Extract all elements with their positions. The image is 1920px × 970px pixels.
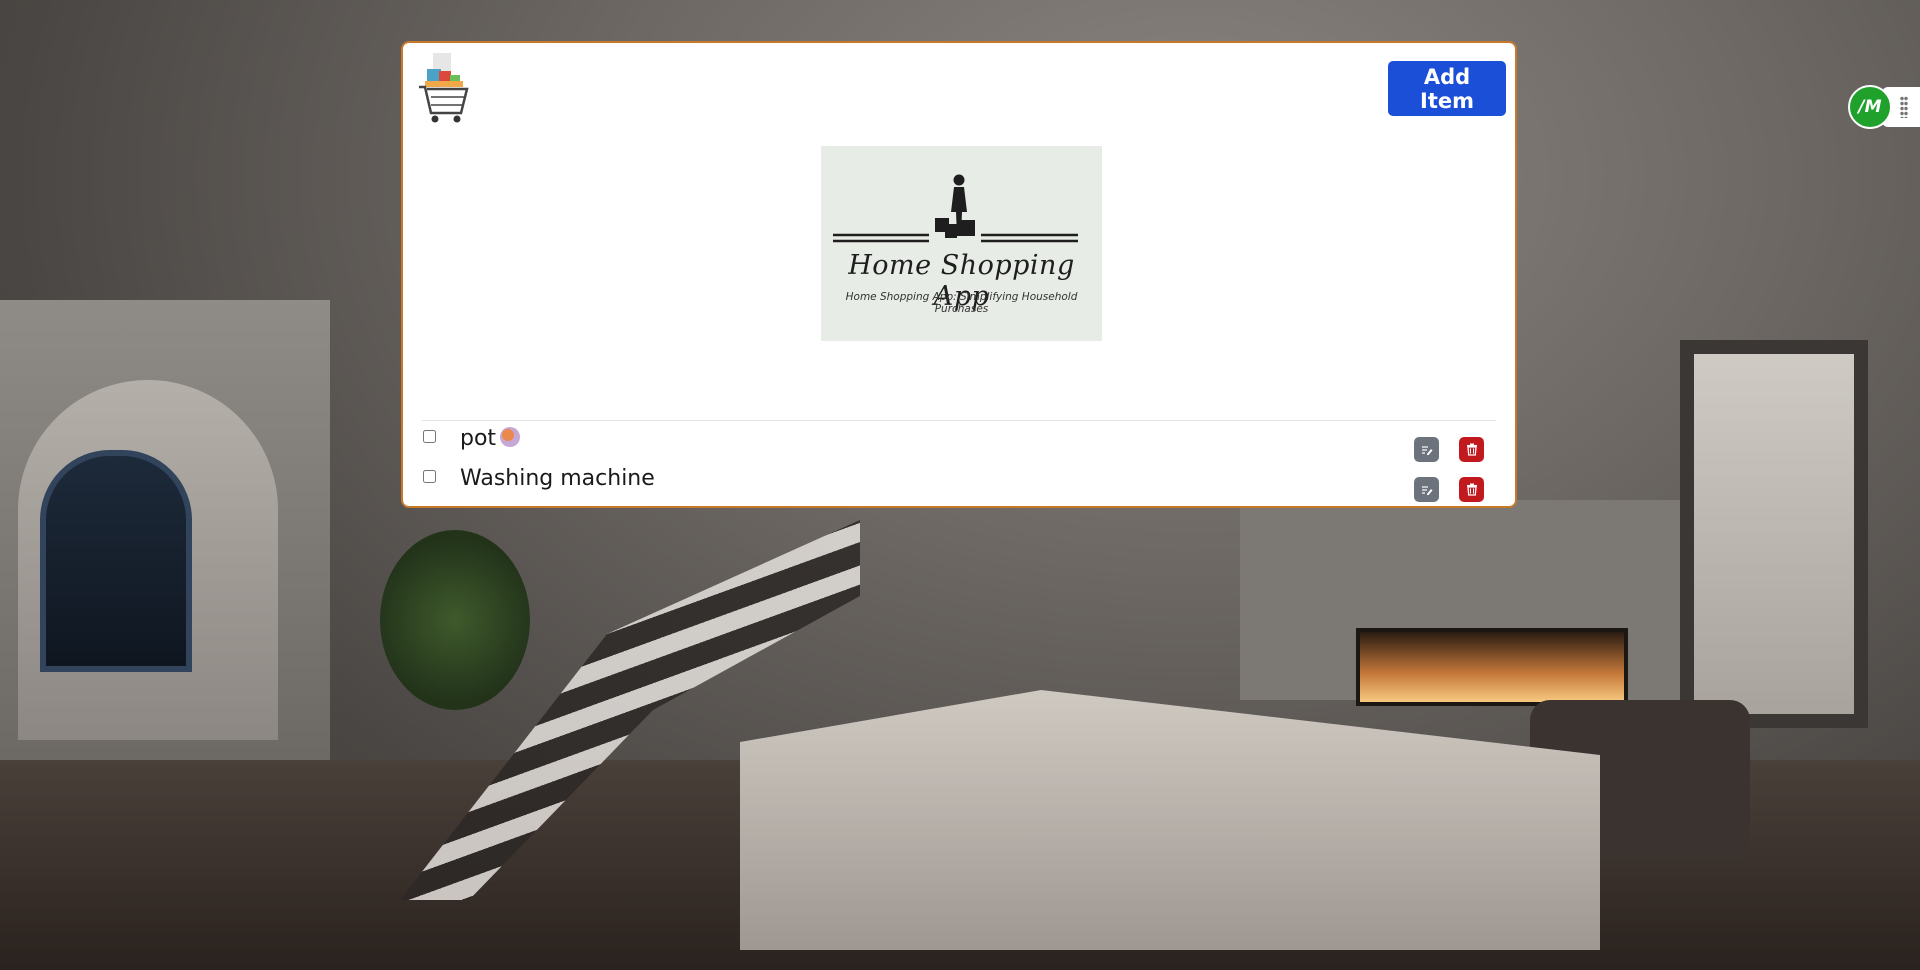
- hero-subtitle: Home Shopping App: Simplifying Household…: [845, 291, 1078, 315]
- item-checkbox[interactable]: [423, 430, 436, 443]
- bg-fireplace: [1356, 628, 1628, 706]
- add-item-button[interactable]: Add Item: [1388, 61, 1506, 116]
- hero-logo: Home Shopping App Home Shopping App: Sim…: [821, 146, 1102, 341]
- delete-button[interactable]: [1459, 477, 1484, 502]
- edit-icon: [1421, 445, 1432, 455]
- shopper-icon: [833, 174, 1078, 243]
- trash-icon: [1466, 443, 1477, 456]
- bg-plant: [380, 530, 530, 710]
- bg-front-door: [40, 450, 192, 672]
- bg-shelf: [1680, 340, 1868, 728]
- pot-emoji-icon: [500, 427, 521, 447]
- edit-button[interactable]: [1414, 437, 1439, 462]
- delete-button[interactable]: [1459, 437, 1484, 462]
- drag-handle-icon[interactable]: [1900, 96, 1908, 118]
- trash-icon: [1466, 483, 1477, 496]
- item-label: Washing machine: [460, 466, 655, 491]
- shopping-list-card: Add Item Home Shopping App Home Shopping…: [401, 41, 1517, 508]
- list-item: Washing machine: [422, 463, 1496, 503]
- divider: [422, 420, 1496, 421]
- shopping-cart-icon: [417, 51, 473, 127]
- edit-button[interactable]: [1414, 477, 1439, 502]
- bg-sofa: [740, 690, 1600, 950]
- extension-badge[interactable]: /M: [1848, 85, 1892, 129]
- shopping-list: pot Washing machine: [422, 423, 1496, 503]
- edit-icon: [1421, 485, 1432, 495]
- list-item: pot: [422, 423, 1496, 463]
- item-label: pot: [460, 426, 521, 451]
- item-checkbox[interactable]: [423, 470, 436, 483]
